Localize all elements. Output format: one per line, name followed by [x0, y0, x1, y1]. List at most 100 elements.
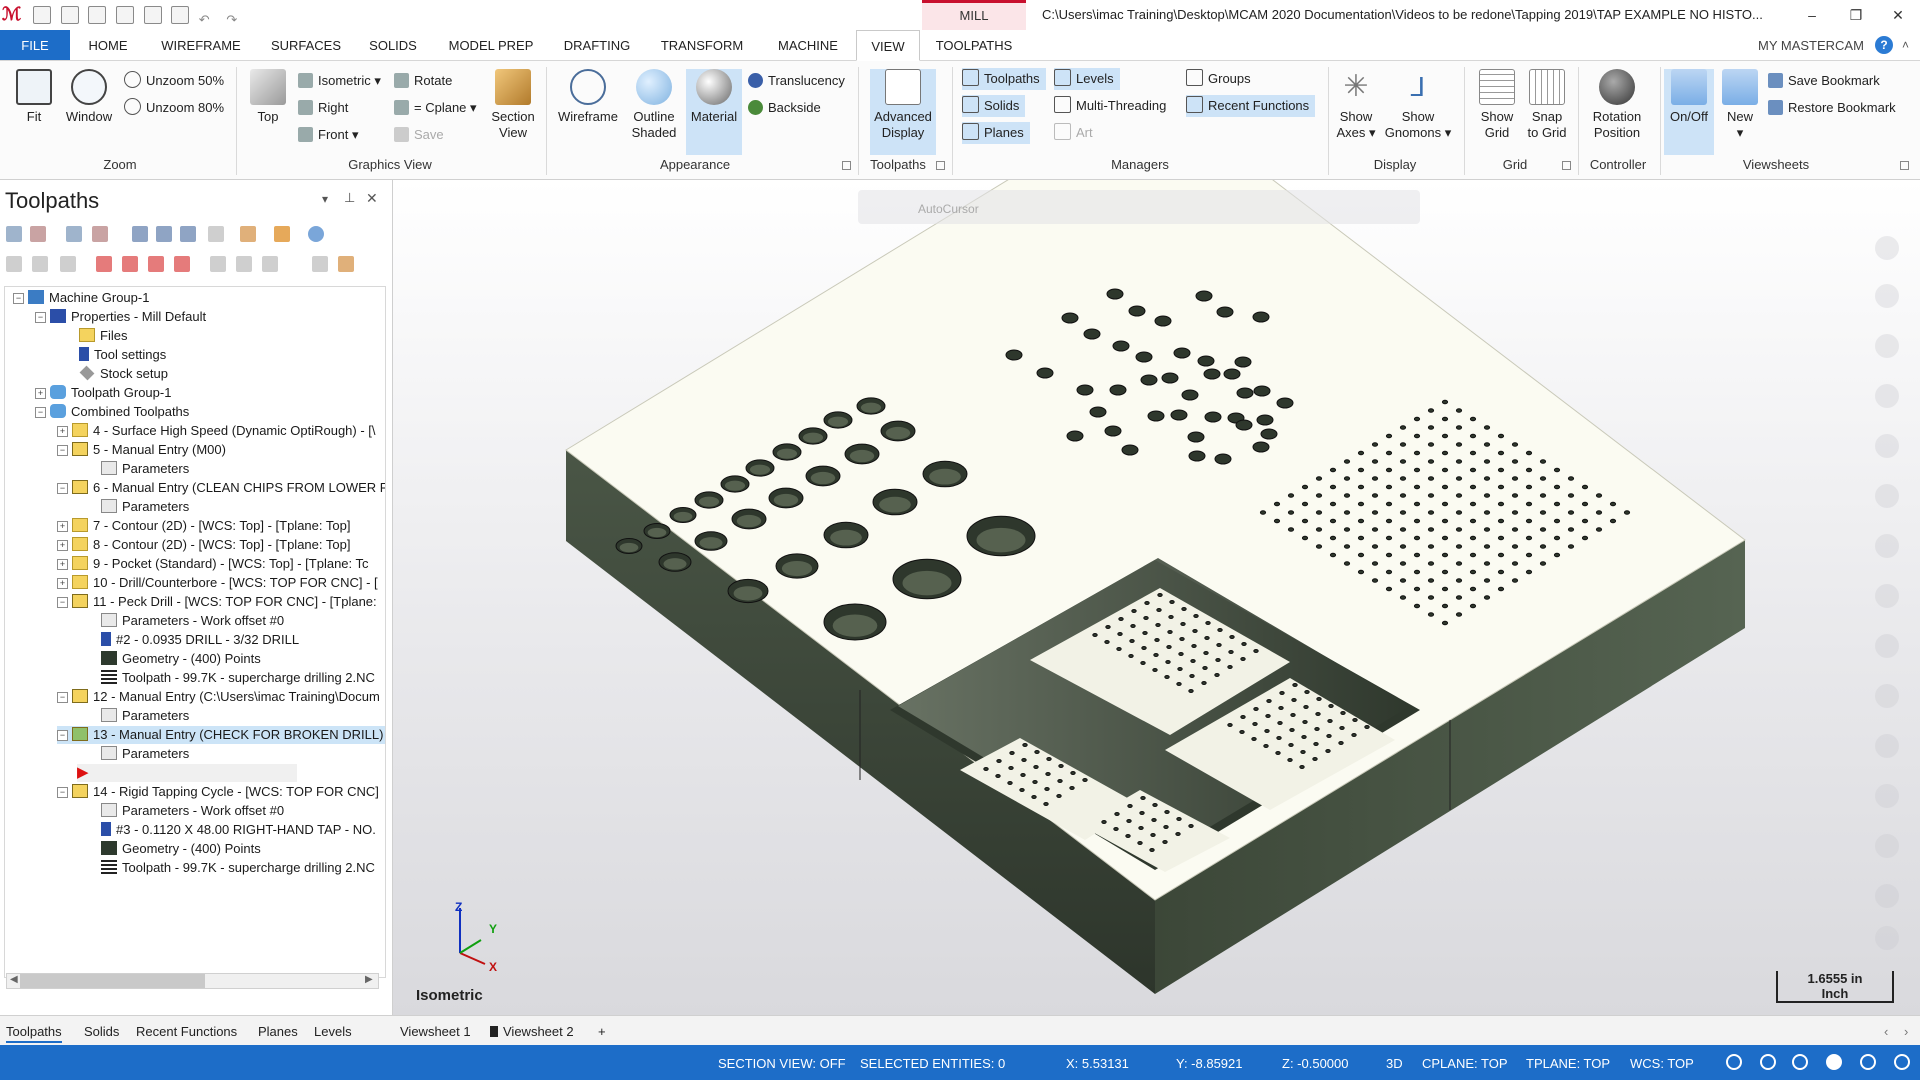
tab-transform[interactable]: TRANSFORM — [654, 30, 750, 60]
material-button[interactable]: Material — [686, 69, 742, 155]
rotate-view-icon[interactable] — [1875, 384, 1899, 408]
zoom-in-icon[interactable] — [1875, 236, 1899, 260]
backplot-icon[interactable] — [132, 226, 148, 242]
select-all-icon[interactable] — [6, 226, 22, 242]
viewsheet-prev-icon[interactable]: ‹ — [1884, 1024, 1888, 1039]
tree-node-op-13[interactable]: −13 - Manual Entry (CHECK FOR BROKEN DRI… — [57, 726, 385, 744]
lock-icon[interactable] — [6, 256, 22, 272]
single-display-icon[interactable] — [210, 256, 226, 272]
cplane-status[interactable]: CPLANE: TOP — [1422, 1056, 1508, 1071]
tree-node-toolpath-group[interactable]: + Toolpath Group-1 — [35, 384, 171, 402]
tab-surfaces[interactable]: SURFACES — [266, 30, 346, 60]
show-gnomons-button[interactable]: ⅃ Show Gnomons ▾ — [1384, 69, 1452, 141]
tab-home[interactable]: HOME — [80, 30, 136, 60]
tab-machine[interactable]: MACHINE — [768, 30, 848, 60]
material-mode-icon[interactable] — [1826, 1054, 1842, 1070]
tree-node-op-12[interactable]: −12 - Manual Entry (C:\Users\imac Traini… — [57, 688, 380, 706]
restore-button[interactable]: ❐ — [1836, 4, 1876, 26]
mode-3d-toggle[interactable]: 3D — [1386, 1056, 1403, 1071]
advanced-display-button[interactable]: Advanced Display — [870, 69, 936, 155]
new-viewsheet-button[interactable]: New ▾ — [1718, 69, 1762, 141]
tree-node-parameters[interactable]: Parameters — [101, 460, 189, 478]
fit-button[interactable]: Fit — [12, 69, 56, 125]
scrollbar-thumb[interactable] — [20, 974, 205, 988]
window-zoom-button[interactable]: Window — [62, 69, 116, 125]
g1-icon[interactable] — [208, 226, 224, 242]
new-file-icon[interactable] — [33, 6, 51, 24]
tree-node-tool[interactable]: #3 - 0.1120 X 48.00 RIGHT-HAND TAP - NO. — [101, 821, 376, 839]
art-manager-button[interactable]: Art — [1054, 122, 1093, 144]
translucency-button[interactable]: Translucency — [748, 70, 845, 92]
snap-to-grid-button[interactable]: Snap to Grid — [1524, 69, 1570, 141]
tab-model-prep[interactable]: MODEL PREP — [442, 30, 540, 60]
bottom-tab-levels[interactable]: Levels — [314, 1024, 352, 1039]
tree-node-op-9[interactable]: +9 - Pocket (Standard) - [WCS: Top] - [T… — [57, 555, 369, 573]
show-grid-button[interactable]: Show Grid — [1474, 69, 1520, 141]
multithreading-manager-button[interactable]: Multi-Threading — [1054, 95, 1166, 117]
tree-node-files[interactable]: Files — [79, 327, 127, 345]
solids-manager-button[interactable]: Solids — [962, 95, 1026, 117]
toggle-display-icon[interactable] — [32, 256, 48, 272]
open-icon[interactable] — [88, 6, 107, 24]
panel-close-icon[interactable]: ✕ — [366, 190, 378, 207]
tree-node-combined-toolpaths[interactable]: − Combined Toolpaths — [35, 403, 189, 421]
groups-manager-button[interactable]: Groups — [1186, 68, 1251, 90]
tree-node-parameters[interactable]: Parameters — [101, 707, 189, 725]
backside-button[interactable]: Backside — [748, 97, 821, 119]
bottom-tab-planes[interactable]: Planes — [258, 1024, 298, 1039]
help-icon[interactable]: ? — [1875, 36, 1893, 54]
unzoom-icon[interactable] — [1875, 284, 1899, 308]
analyze-icon[interactable] — [1875, 684, 1899, 708]
tree-node-geometry[interactable]: Geometry - (400) Points — [101, 840, 261, 858]
tab-file[interactable]: FILE — [0, 30, 70, 60]
cplane-button[interactable]: = Cplane ▾ — [394, 97, 477, 119]
bottom-tab-recent-functions[interactable]: Recent Functions — [136, 1024, 237, 1039]
save-bookmark-button[interactable]: Save Bookmark — [1768, 70, 1880, 92]
isometric-button[interactable]: Isometric ▾ — [298, 70, 381, 92]
levels-manager-button[interactable]: Levels — [1054, 68, 1120, 90]
shaded-mode-icon[interactable] — [1792, 1054, 1808, 1070]
tplane-status[interactable]: TPLANE: TOP — [1526, 1056, 1610, 1071]
scroll-left-icon[interactable]: ◀ — [10, 974, 18, 985]
move-down-icon[interactable] — [96, 256, 112, 272]
autocursor-label[interactable]: AutoCursor — [918, 202, 979, 216]
tree-node-tool-settings[interactable]: Tool settings — [79, 346, 166, 364]
planes-manager-button[interactable]: Planes — [962, 122, 1030, 144]
section-icon[interactable] — [1875, 484, 1899, 508]
restore-bookmark-button[interactable]: Restore Bookmark — [1768, 97, 1896, 119]
tree-node-op-14[interactable]: −14 - Rigid Tapping Cycle - [WCS: TOP FO… — [57, 783, 379, 801]
tree-node-parameters[interactable]: Parameters - Work offset #0 — [101, 802, 284, 820]
globe-icon[interactable] — [1726, 1054, 1742, 1070]
no-entry-icon[interactable] — [1875, 926, 1899, 950]
right-view-button[interactable]: Right — [298, 97, 348, 119]
bottom-tab-toolpaths[interactable]: Toolpaths — [6, 1024, 62, 1043]
grid-launcher-icon[interactable] — [1562, 161, 1571, 170]
tree-node-op-11[interactable]: −11 - Peck Drill - [WCS: TOP FOR CNC] - … — [57, 593, 377, 611]
tree-node-op-4[interactable]: +4 - Surface High Speed (Dynamic OptiRou… — [57, 422, 376, 440]
display-group-icon[interactable] — [236, 256, 252, 272]
scroll-right-icon[interactable]: ▶ — [365, 974, 373, 985]
close-button[interactable]: ✕ — [1878, 4, 1918, 26]
tree-node-parameters[interactable]: Parameters - Work offset #0 — [101, 612, 284, 630]
tree-node-properties[interactable]: − Properties - Mill Default — [35, 308, 206, 326]
pan-icon[interactable] — [1875, 434, 1899, 458]
insert-arrow-icon[interactable] — [148, 256, 164, 272]
tree-node-op-7[interactable]: +7 - Contour (2D) - [WCS: Top] - [Tplane… — [57, 517, 350, 535]
tree-node-tool[interactable]: #2 - 0.0935 DRILL - 3/32 DRILL — [101, 631, 299, 649]
viewsheet-tab-2[interactable]: Viewsheet 2 — [490, 1024, 574, 1039]
tree-node-parameters[interactable]: Parameters — [101, 498, 189, 516]
regenerate-dirty-icon[interactable] — [92, 226, 108, 242]
graphics-viewport[interactable]: AutoCursor Z Y X — [393, 180, 1920, 1015]
print-icon[interactable] — [115, 6, 134, 24]
redo-icon[interactable]: ↷ — [226, 12, 244, 30]
viewsheet-tab-1[interactable]: Viewsheet 1 — [400, 1024, 471, 1039]
recent-functions-manager-button[interactable]: Recent Functions — [1186, 95, 1316, 117]
fit-view-icon[interactable] — [1875, 334, 1899, 358]
unzoom-80-button[interactable]: Unzoom 80% — [124, 97, 224, 119]
save-icon[interactable] — [60, 6, 79, 24]
tree-node-stock-setup[interactable]: Stock setup — [79, 365, 168, 383]
tree-node-toolpath-file[interactable]: Toolpath - 99.7K - supercharge drilling … — [101, 859, 375, 877]
pin-icon[interactable]: ⊥ — [344, 190, 355, 206]
select-failed-icon[interactable] — [30, 226, 46, 242]
wireframe-button[interactable]: Wireframe — [556, 69, 620, 125]
